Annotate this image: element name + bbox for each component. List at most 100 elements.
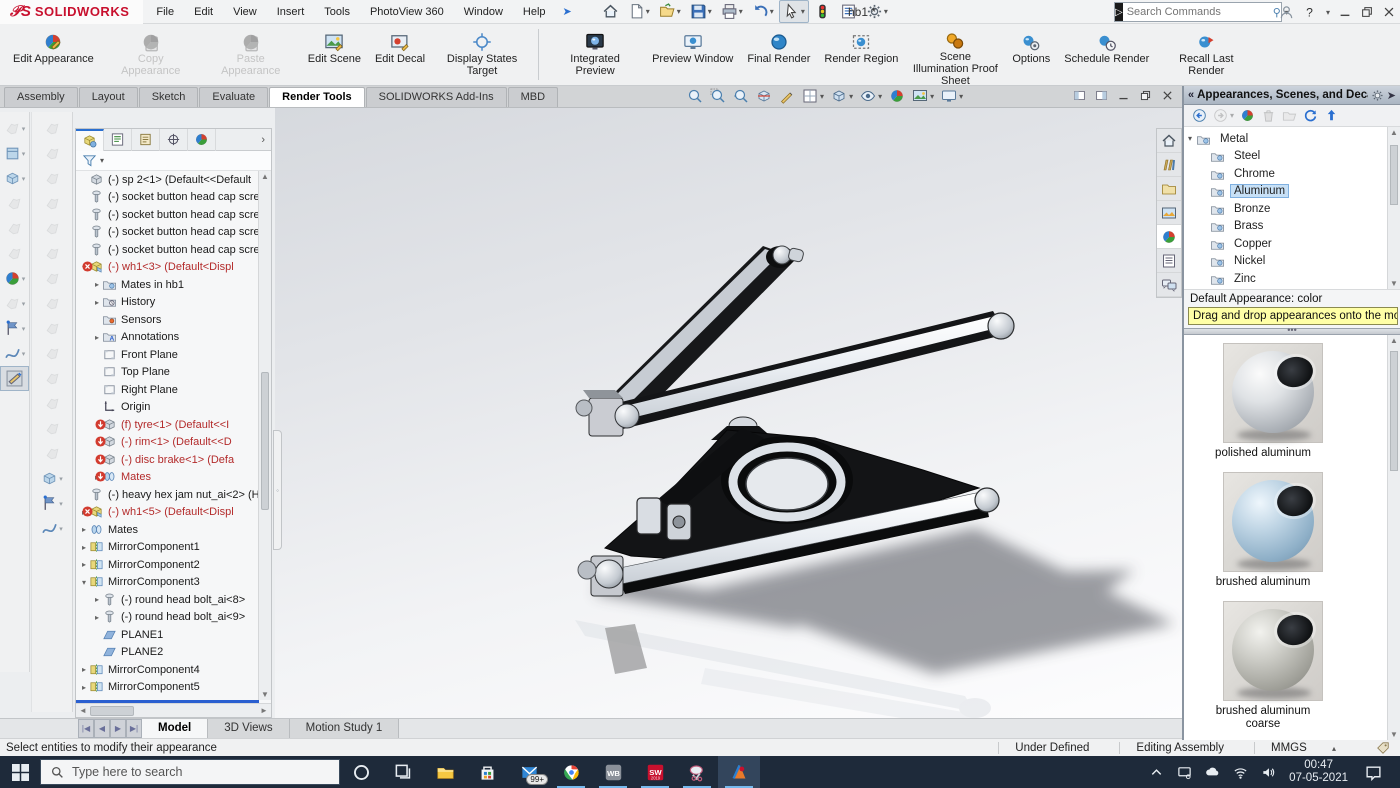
display-style-icon[interactable]: ▾	[831, 88, 853, 104]
units-caret-icon[interactable]: ▴	[1332, 744, 1336, 753]
tool-spline-button[interactable]: ▾	[0, 341, 29, 366]
print-button[interactable]: ▾	[717, 0, 747, 23]
menu-view[interactable]: View	[224, 2, 266, 22]
tree-item[interactable]: ▸Mates	[76, 469, 271, 487]
tree-filter-row[interactable]: ▾	[76, 151, 271, 171]
task-pane-tab-file-explorer-pane[interactable]	[1157, 177, 1181, 201]
tree-item[interactable]: ▾MirrorComponent3	[76, 574, 271, 592]
appearance-thumbnail[interactable]: polished aluminum	[1198, 343, 1348, 460]
tree-tab-property-manager[interactable]	[104, 129, 132, 151]
tree-item[interactable]: PLANE2	[76, 644, 271, 662]
thumbnail-scroll-thumb[interactable]	[1390, 351, 1398, 471]
thumbnail-scrollbar[interactable]: ▲ ▼	[1387, 335, 1400, 740]
schedule-render-button[interactable]: Schedule Render	[1057, 26, 1156, 83]
tree-item[interactable]: ▸MirrorComponent4	[76, 661, 271, 679]
category-brass[interactable]: Brass	[1184, 218, 1400, 236]
tree-item[interactable]: ▸MirrorComponent2	[76, 556, 271, 574]
appearance-thumbnail[interactable]: brushed aluminum	[1198, 472, 1348, 589]
preview-window-button[interactable]: Preview Window	[645, 26, 740, 83]
taskbar-app-chrome[interactable]	[550, 756, 592, 788]
edit-appearance-button[interactable]: Edit Appearance	[6, 26, 101, 83]
section-view-icon[interactable]	[756, 88, 772, 104]
expand-right-icon[interactable]: ▸	[92, 280, 102, 289]
action-center-icon[interactable]	[1361, 764, 1390, 781]
tree-item[interactable]: (-) socket button head cap scre	[76, 189, 271, 207]
taskbar-app-solidworks-2019[interactable]: SW2019	[634, 756, 676, 788]
expand-right-icon[interactable]: ▸	[79, 543, 89, 552]
filter-caret-icon[interactable]: ▾	[100, 156, 104, 165]
docwin-close-button[interactable]	[1161, 89, 1174, 102]
tree-item[interactable]: Origin	[76, 399, 271, 417]
tab-mbd[interactable]: MBD	[508, 87, 558, 107]
tree-tab-dimxpert[interactable]	[160, 129, 188, 151]
category-scroll-thumb[interactable]	[1390, 145, 1398, 205]
tree-item[interactable]: ▸Mates	[76, 521, 271, 539]
tree-vertical-scrollbar[interactable]: ▲ ▼	[258, 171, 271, 700]
edit-appearance-hud-icon[interactable]	[889, 88, 905, 104]
category-scrollbar[interactable]: ▲ ▼	[1387, 127, 1400, 289]
doc-tab-motion-study-1[interactable]: Motion Study 1	[290, 719, 400, 738]
tag-icon[interactable]	[1376, 741, 1390, 755]
refresh-button[interactable]	[1303, 108, 1318, 123]
final-render-button[interactable]: Final Render	[740, 26, 817, 83]
tree-item[interactable]: (-) disc brake<1> (Defa	[76, 451, 271, 469]
tree-item[interactable]: ▸(-) round head bolt_ai<8>	[76, 591, 271, 609]
tree-item[interactable]: Right Plane	[76, 381, 271, 399]
tree-tab-configurations[interactable]	[132, 129, 160, 151]
recall-last-render-button[interactable]: Recall Last Render	[1156, 26, 1256, 83]
menu-insert[interactable]: Insert	[268, 2, 314, 22]
taskbar-app-wb-app[interactable]: WB	[592, 756, 634, 788]
menu-photoview-360[interactable]: PhotoView 360	[361, 2, 453, 22]
help-icon[interactable]: ?	[1302, 5, 1317, 20]
category-copper[interactable]: Copper	[1184, 235, 1400, 253]
category-chrome[interactable]: Chrome	[1184, 165, 1400, 183]
doc-tab-3d-views[interactable]: 3D Views	[208, 719, 289, 738]
view-settings-icon[interactable]: ▾	[941, 88, 963, 104]
expand-down-icon[interactable]: ▾	[1184, 134, 1196, 143]
expand-right-icon[interactable]: ▸	[92, 613, 102, 622]
menu-help[interactable]: Help	[514, 2, 555, 22]
tree-tab-assembly-tree[interactable]	[76, 129, 104, 151]
search-commands-input[interactable]	[1123, 6, 1273, 18]
scene-illumination-proof-sheet-button[interactable]: Scene Illumination Proof Sheet	[905, 26, 1005, 83]
task-pane-tab-custom-properties[interactable]	[1157, 249, 1181, 273]
tray-onedrive-icon[interactable]	[1205, 765, 1220, 780]
tab-first-button[interactable]: |◀	[78, 719, 94, 738]
appearance-preview-sphere[interactable]	[1223, 601, 1323, 701]
tree-item[interactable]: ▸AAnnotations	[76, 329, 271, 347]
task-pane-tab-view-palette[interactable]	[1157, 201, 1181, 225]
tree-item[interactable]: ▸Mates in hb1	[76, 276, 271, 294]
tool-flag-button[interactable]: ▾	[32, 491, 72, 516]
appearance-thumbnail[interactable]: brushed aluminum coarse	[1198, 601, 1348, 731]
tree-item[interactable]: ▸MirrorComponent5	[76, 679, 271, 697]
back-button[interactable]	[1192, 108, 1207, 123]
task-pane-tab-home[interactable]	[1157, 129, 1181, 153]
tool-spline-button[interactable]: ▾	[32, 516, 72, 541]
category-bronze[interactable]: Bronze	[1184, 200, 1400, 218]
tree-horizontal-scrollbar[interactable]: ◄ ►	[76, 703, 271, 717]
tree-tab-display-manager[interactable]	[188, 129, 216, 151]
select-cursor-button[interactable]: ▾	[779, 0, 809, 23]
docwin-pane-right-button[interactable]	[1095, 89, 1108, 102]
taskbar-app-ms-store[interactable]	[466, 756, 508, 788]
tree-item[interactable]: ▸History	[76, 294, 271, 312]
tab-next-button[interactable]: ▶	[110, 719, 126, 738]
expand-right-icon[interactable]: ▸	[79, 683, 89, 692]
apply-scene-icon[interactable]: ▾	[912, 88, 934, 104]
upper-control-arm[interactable]	[576, 246, 1014, 436]
collapse-chevrons-icon[interactable]: «	[1188, 89, 1194, 101]
tree-item[interactable]: (-) socket button head cap scre	[76, 224, 271, 242]
expand-right-icon[interactable]: ▸	[92, 595, 102, 604]
menu-file[interactable]: File	[147, 2, 183, 22]
taskbar-clock[interactable]: 00:47 07-05-2021	[1289, 759, 1348, 785]
tool-measure-button[interactable]	[0, 366, 29, 391]
proof-sheet-icon[interactable]: ▾	[802, 88, 824, 104]
pin-icon-panel[interactable]: ➤	[1387, 89, 1396, 102]
zoom-fit-icon[interactable]	[687, 88, 703, 104]
docwin-minimize-button[interactable]	[1117, 89, 1130, 102]
tree-hscroll-thumb[interactable]	[90, 706, 134, 716]
category-zinc[interactable]: Zinc	[1184, 270, 1400, 288]
tool-cube-button[interactable]: ▾	[0, 166, 29, 191]
hide-show-icon[interactable]: ▾	[860, 88, 882, 104]
appearance-ball-button[interactable]	[1240, 108, 1255, 123]
